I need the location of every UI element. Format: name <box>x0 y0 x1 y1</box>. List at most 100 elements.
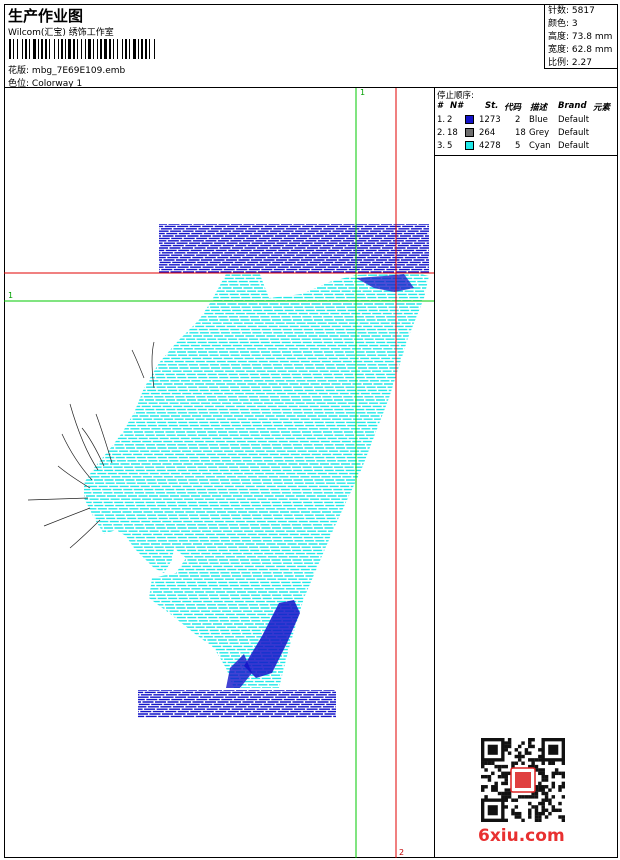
qr-module <box>511 761 515 765</box>
qr-module <box>501 795 505 799</box>
qr-module <box>484 795 488 799</box>
qr-module <box>528 811 532 816</box>
qr-finder-core <box>487 805 498 816</box>
qr-module <box>517 815 522 819</box>
qr-module <box>494 781 498 786</box>
watermark-logo: 6xiu.com <box>478 826 565 846</box>
stat-label: 颜色: <box>548 19 570 29</box>
col-stitches: St. <box>485 101 499 111</box>
qr-module <box>521 761 525 765</box>
qr-module <box>501 771 505 776</box>
qr-module <box>481 761 485 765</box>
barcode-bar <box>33 39 36 59</box>
qr-module <box>507 795 512 799</box>
row-n: 2 <box>447 115 453 125</box>
qr-module <box>517 751 522 755</box>
qr-module <box>504 788 508 792</box>
qr-module <box>534 758 539 762</box>
qr-module <box>544 774 549 779</box>
qr-module <box>538 811 542 816</box>
qr-module <box>497 791 502 796</box>
qr-module <box>494 788 498 792</box>
ear-fill <box>356 274 414 292</box>
qr-module <box>541 791 545 796</box>
qr-module <box>541 778 545 782</box>
whisker <box>43 507 91 527</box>
barcode-bar <box>93 39 94 59</box>
qr-module <box>548 788 552 792</box>
col-desc: 描述 <box>530 103 548 113</box>
seal-stamp-core <box>515 772 531 788</box>
barcode-bar <box>29 39 30 59</box>
qr-module <box>561 815 565 819</box>
qr-module <box>558 785 562 789</box>
whisker <box>69 403 99 471</box>
qr-module <box>554 768 559 772</box>
qr-module <box>544 791 549 796</box>
qr-module <box>504 791 508 796</box>
qr-module <box>548 801 552 806</box>
whisker <box>69 519 101 549</box>
qr-module <box>487 761 492 765</box>
qr-module <box>538 785 542 789</box>
qr-module <box>494 764 498 769</box>
qr-code <box>481 738 565 822</box>
whiskers <box>27 341 155 549</box>
row-desc: Grey <box>529 128 550 138</box>
qr-module <box>541 798 545 802</box>
qr-module <box>494 785 498 789</box>
qr-module <box>534 805 539 809</box>
qr-module <box>541 785 545 789</box>
col-index: # <box>437 101 443 111</box>
qr-module <box>534 815 539 819</box>
stop-sequence-row: 3. 5 4278 5 Cyan Default <box>435 141 619 153</box>
qr-module <box>528 808 532 813</box>
qr-module <box>531 744 535 749</box>
qr-module <box>551 771 556 776</box>
design-canvas: 1 1 2 <box>4 88 434 858</box>
qr-module <box>504 781 508 786</box>
qr-module <box>511 811 515 816</box>
qr-module <box>497 764 502 769</box>
qr-module <box>561 818 565 822</box>
barcode-bar <box>41 39 43 59</box>
qr-module <box>551 761 556 765</box>
qr-module <box>528 795 532 799</box>
qr-module <box>507 741 512 745</box>
qr-module <box>541 805 545 809</box>
col-brand: Brand <box>558 101 587 111</box>
qr-module <box>517 758 522 762</box>
qr-module <box>531 758 535 762</box>
barcode <box>9 39 155 59</box>
color-swatch <box>465 115 474 124</box>
qr-module <box>538 788 542 792</box>
row-index: 3. <box>437 141 446 151</box>
qr-module <box>534 795 539 799</box>
qr-module <box>507 744 512 749</box>
qr-module <box>524 795 529 799</box>
qr-module <box>538 748 542 752</box>
qr-finder-core <box>487 744 498 755</box>
stat-stitches: 针数: 5817 <box>548 5 615 18</box>
qr-module <box>487 778 492 782</box>
whisker <box>61 433 93 481</box>
qr-module <box>534 764 539 769</box>
qr-module <box>517 795 522 799</box>
green-vertical-label: 1 <box>360 88 365 97</box>
barcode-bar <box>122 39 123 59</box>
row-stitches: 4278 <box>479 141 501 151</box>
stat-value: 3 <box>571 19 578 29</box>
barcode-bar <box>38 39 39 59</box>
stat-value: 62.8 mm <box>571 45 613 55</box>
col-code: 代码 <box>504 103 522 113</box>
qr-module <box>507 751 512 755</box>
qr-module <box>528 744 532 749</box>
whisker <box>131 349 145 379</box>
qr-module <box>544 798 549 802</box>
qr-module <box>504 741 508 745</box>
barcode-bar <box>145 39 147 59</box>
qr-module <box>517 744 522 749</box>
qr-module <box>538 758 542 762</box>
stats-panel: 针数: 5817 颜色: 3 高度: 73.8 mm 宽度: 62.8 mm 比… <box>544 4 618 69</box>
qr-module <box>524 751 529 755</box>
